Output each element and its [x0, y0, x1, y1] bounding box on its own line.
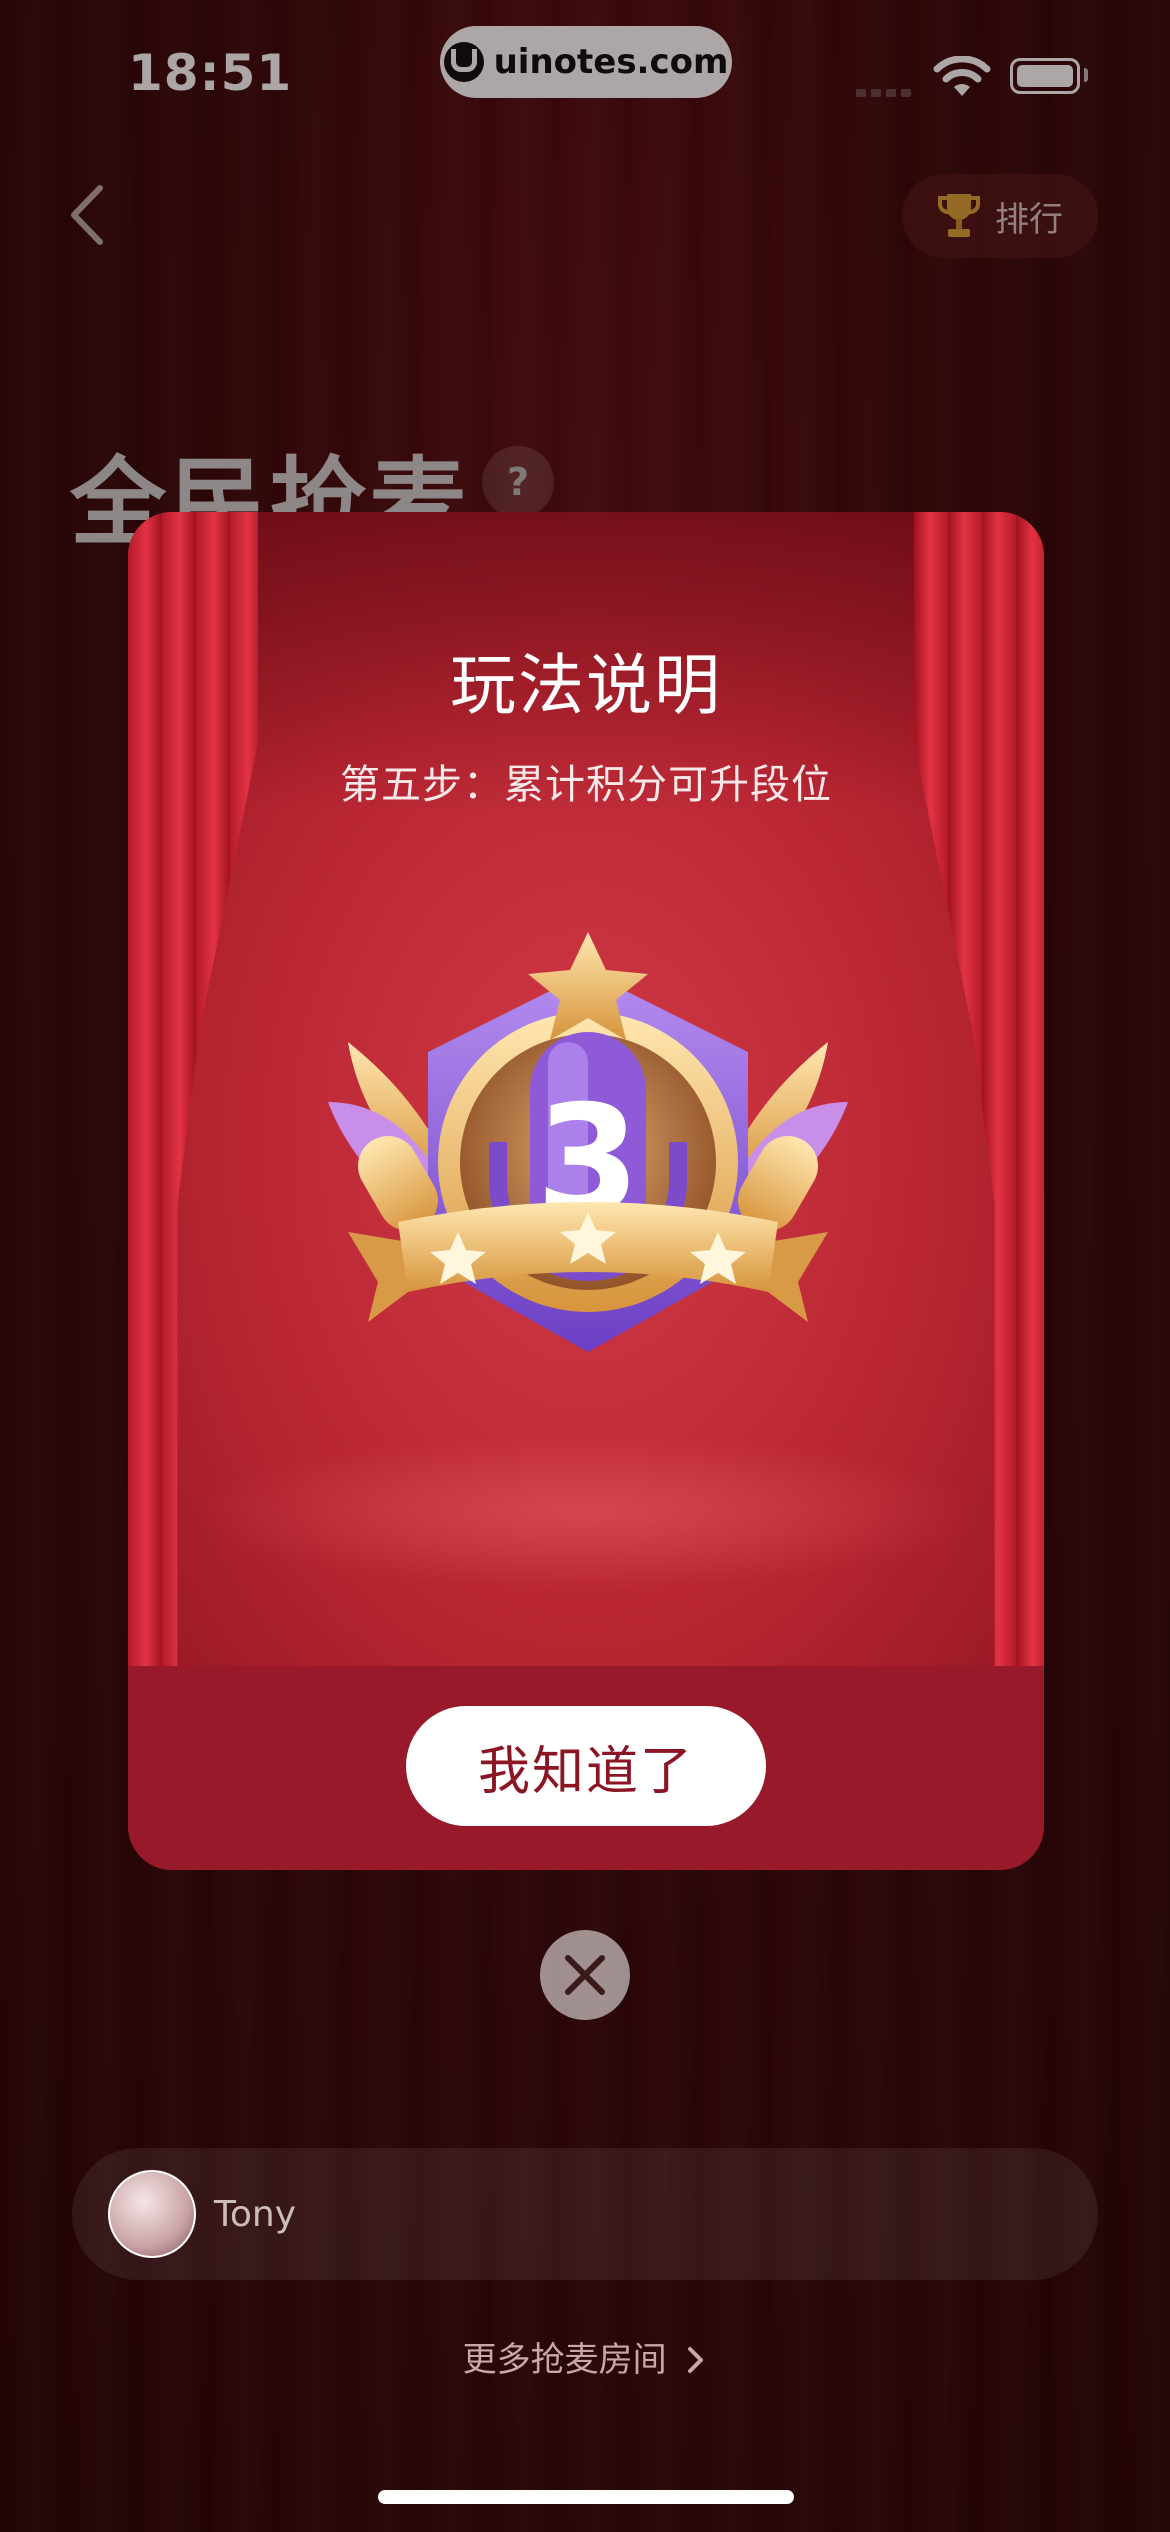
got-it-button[interactable]: 我知道了: [406, 1706, 766, 1826]
close-modal-button[interactable]: [540, 1930, 630, 2020]
close-icon: [565, 1955, 605, 1995]
rules-modal: 玩法说明 第五步：累计积分可升段位 3 我知道了: [128, 512, 1044, 1870]
modal-step-text: 第五步：累计积分可升段位: [340, 762, 832, 808]
user-bar[interactable]: Tony: [72, 2148, 1098, 2280]
chevron-right-icon: [688, 2347, 704, 2373]
user-name: Tony: [214, 2193, 297, 2235]
avatar: [108, 2170, 196, 2258]
more-rooms-label: 更多抢麦房间: [462, 2340, 667, 2380]
modal-title: 玩法说明: [450, 647, 722, 724]
home-indicator: [378, 2490, 794, 2504]
more-rooms-link[interactable]: 更多抢麦房间: [0, 2332, 1170, 2381]
rank-badge-icon: 3: [328, 932, 848, 1352]
